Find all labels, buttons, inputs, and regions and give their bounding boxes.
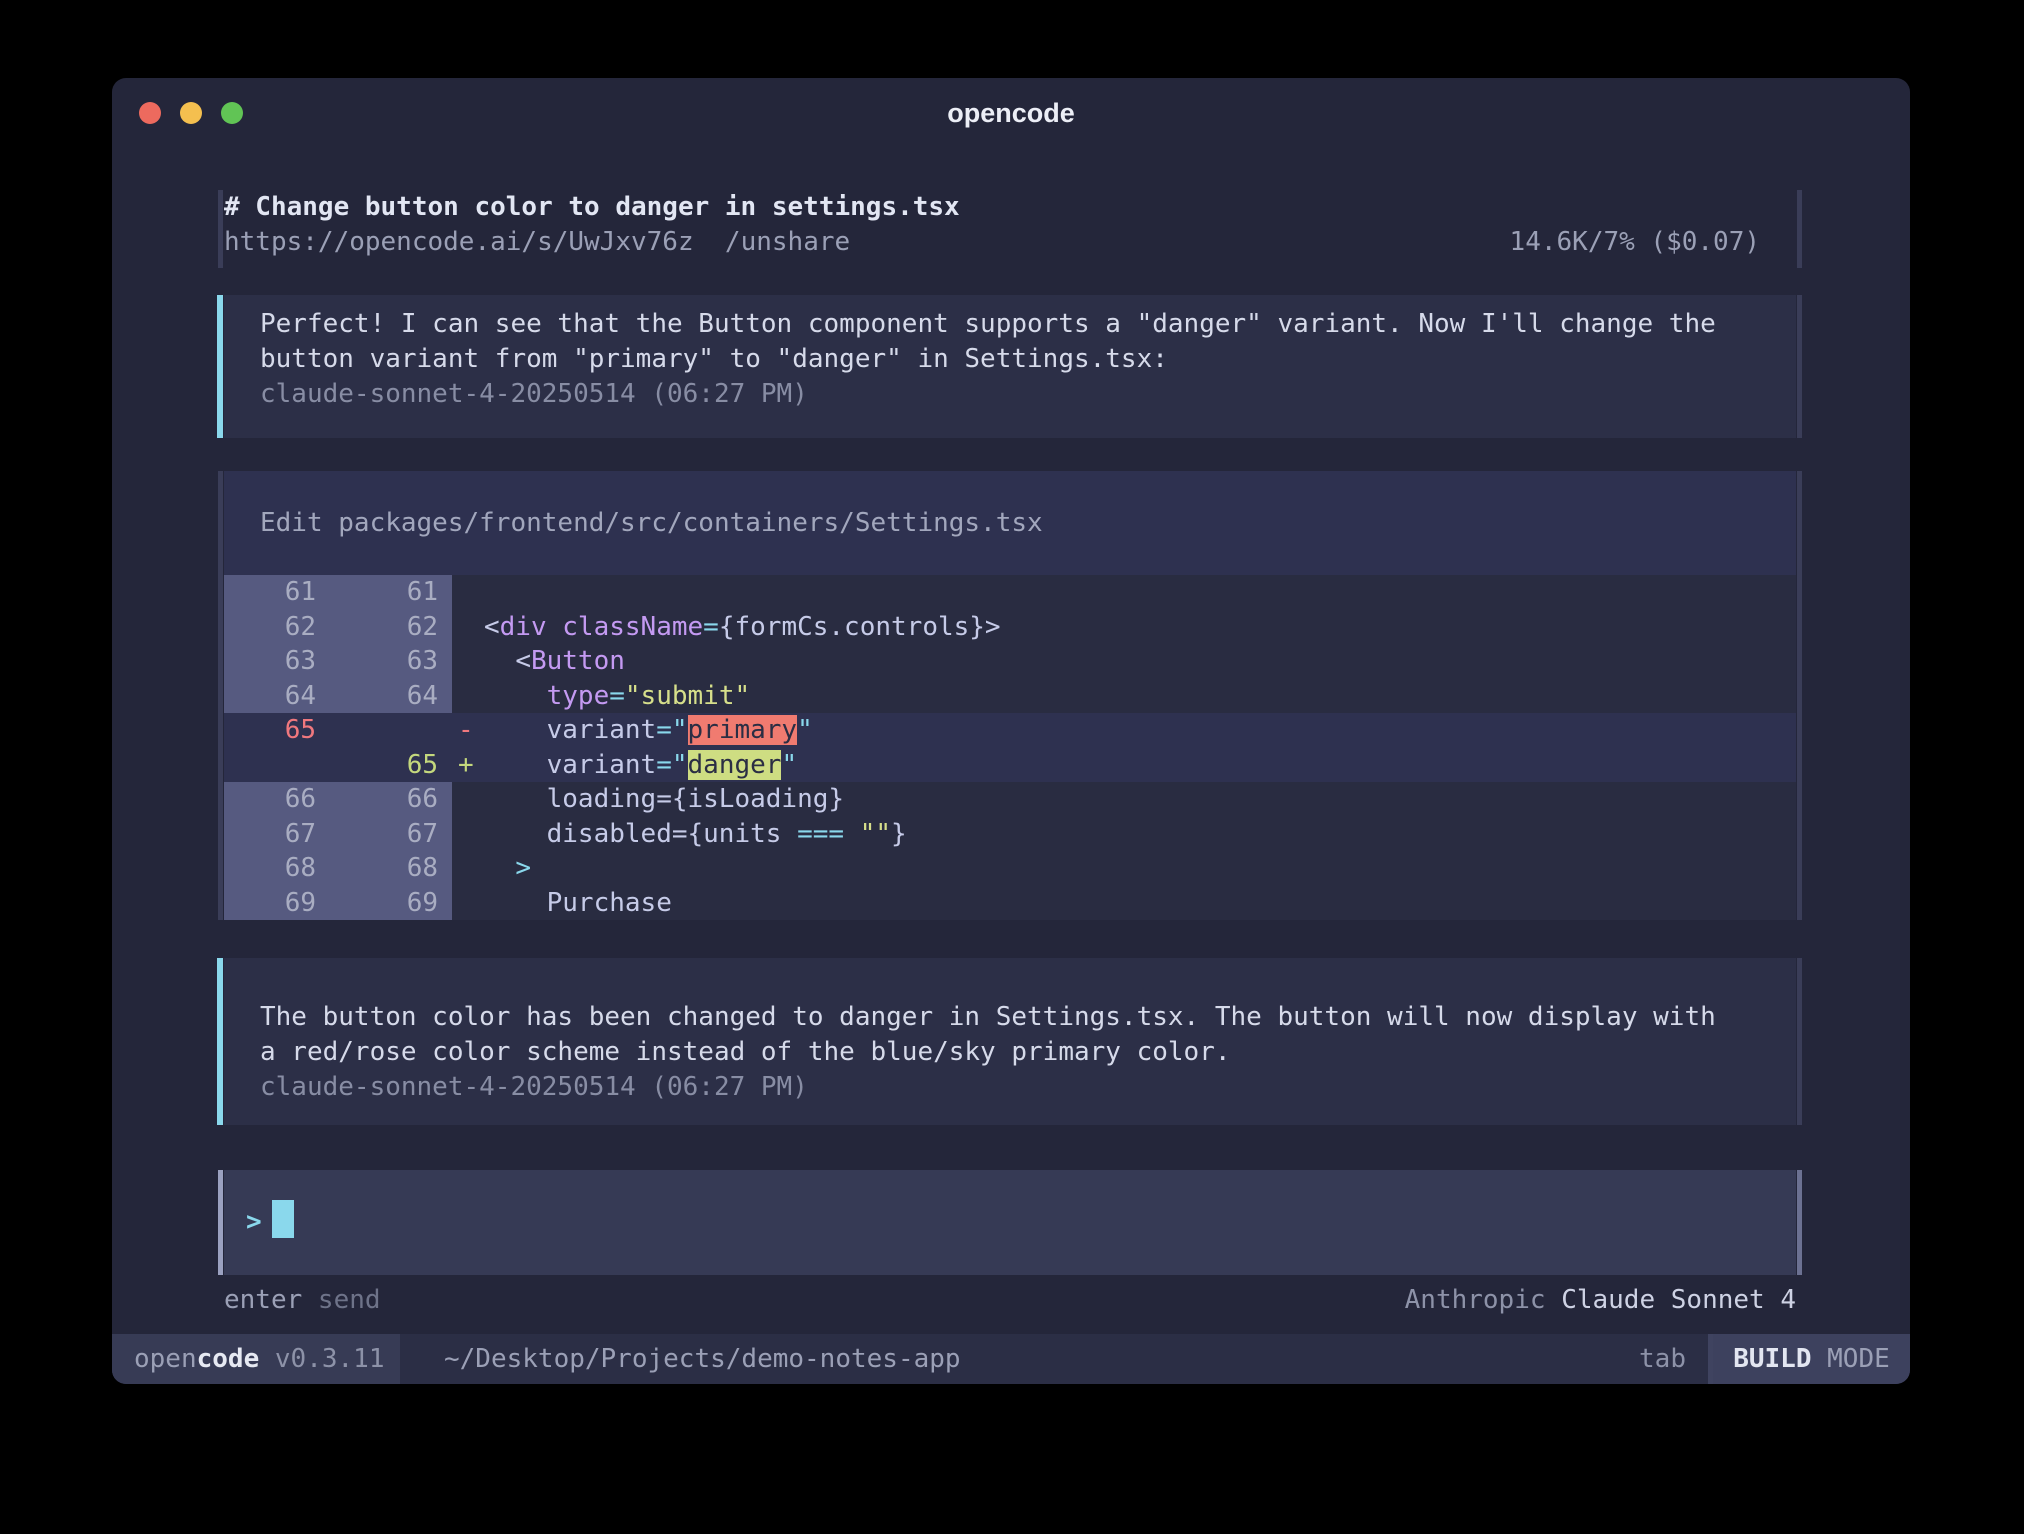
content-column: # Change button color to danger in setti… bbox=[224, 148, 1796, 1318]
url-gap bbox=[694, 227, 725, 257]
model-meta: claude-sonnet-4-20250514 (06:27 PM) bbox=[224, 1070, 1796, 1105]
zoom-button[interactable] bbox=[221, 102, 243, 124]
model-indicator: Anthropic Claude Sonnet 4 bbox=[1405, 1283, 1796, 1318]
title-bar: opencode bbox=[112, 78, 1910, 148]
text-cursor bbox=[272, 1200, 294, 1238]
minimize-button[interactable] bbox=[180, 102, 202, 124]
hint-row: enter send Anthropic Claude Sonnet 4 bbox=[224, 1283, 1796, 1318]
prompt-symbol: > bbox=[246, 1207, 262, 1237]
message-line: The button color has been changed to dan… bbox=[224, 1000, 1796, 1035]
diff-row: 6363 <Button bbox=[224, 644, 1796, 679]
traffic-lights bbox=[139, 102, 243, 124]
edit-file-path: Edit packages/frontend/src/containers/Se… bbox=[224, 471, 1796, 575]
diff-row: 6161 bbox=[224, 575, 1796, 610]
message-line: button variant from "primary" to "danger… bbox=[224, 342, 1796, 377]
diff-row: 6666 loading={isLoading} bbox=[224, 782, 1796, 817]
diff-row: 6969 Purchase bbox=[224, 886, 1796, 921]
prompt-input[interactable]: > bbox=[224, 1170, 1796, 1275]
screen: opencode # Change button color to danger… bbox=[0, 0, 2024, 1534]
close-button[interactable] bbox=[139, 102, 161, 124]
message-line: Perfect! I can see that the Button compo… bbox=[224, 307, 1796, 342]
session-header: # Change button color to danger in setti… bbox=[224, 190, 1796, 268]
enter-key-hint: enter bbox=[224, 1285, 302, 1315]
mode-chip[interactable]: BUILD MODE bbox=[1713, 1334, 1910, 1384]
diff-row: 6464 type="submit" bbox=[224, 679, 1796, 714]
model-name: Claude Sonnet 4 bbox=[1561, 1285, 1796, 1315]
token-usage: 14.6K/7% ($0.07) bbox=[1510, 225, 1796, 260]
edit-tool-card: Edit packages/frontend/src/containers/Se… bbox=[224, 471, 1796, 920]
mode-label-secondary: MODE bbox=[1812, 1344, 1890, 1374]
terminal-window: opencode # Change button color to danger… bbox=[112, 78, 1910, 1384]
provider-name: Anthropic bbox=[1405, 1285, 1562, 1315]
diff-row: 6767 disabled={units === ""} bbox=[224, 817, 1796, 852]
session-title: # Change button color to danger in setti… bbox=[224, 190, 1796, 225]
app-name-code: code bbox=[197, 1344, 260, 1374]
app-name-open: open bbox=[134, 1344, 197, 1374]
tab-key-hint: tab bbox=[1639, 1334, 1708, 1384]
model-meta: claude-sonnet-4-20250514 (06:27 PM) bbox=[224, 377, 1796, 412]
app-version-chip: opencode v0.3.11 bbox=[112, 1334, 400, 1384]
diff-rows: 61616262<div className={formCs.controls}… bbox=[224, 575, 1796, 920]
share-url: https://opencode.ai/s/UwJxv76z bbox=[224, 227, 694, 257]
unshare-command: /unshare bbox=[725, 227, 850, 257]
window-title: opencode bbox=[947, 98, 1075, 129]
app-version: v0.3.11 bbox=[259, 1344, 384, 1374]
statusbar-spacer bbox=[961, 1334, 1639, 1384]
message-line: a red/rose color scheme instead of the b… bbox=[224, 1035, 1796, 1070]
diff-row: 65- variant="primary" bbox=[224, 713, 1796, 748]
status-bar: opencode v0.3.11 ~/Desktop/Projects/demo… bbox=[112, 1334, 1910, 1384]
diff-row: 6868 > bbox=[224, 851, 1796, 886]
session-subrow: https://opencode.ai/s/UwJxv76z /unshare … bbox=[224, 225, 1796, 260]
send-action-hint: send bbox=[302, 1285, 380, 1315]
diff-row: 65+ variant="danger" bbox=[224, 748, 1796, 783]
assistant-message-2: The button color has been changed to dan… bbox=[224, 958, 1796, 1125]
assistant-message-1: Perfect! I can see that the Button compo… bbox=[224, 295, 1796, 438]
diff-row: 6262<div className={formCs.controls}> bbox=[224, 610, 1796, 645]
mode-label-primary: BUILD bbox=[1733, 1344, 1811, 1374]
working-directory: ~/Desktop/Projects/demo-notes-app bbox=[400, 1334, 961, 1384]
session-url-row: https://opencode.ai/s/UwJxv76z /unshare bbox=[224, 225, 850, 260]
send-hint: enter send bbox=[224, 1283, 381, 1318]
